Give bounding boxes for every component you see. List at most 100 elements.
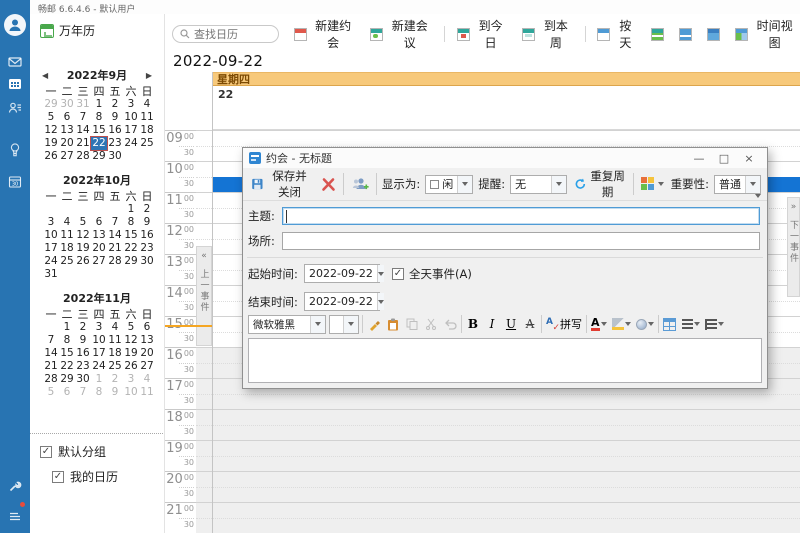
insert-table-button[interactable] bbox=[662, 316, 678, 333]
day-cell[interactable]: 26 bbox=[43, 150, 59, 163]
alignment-button[interactable] bbox=[681, 316, 701, 333]
day-cell[interactable]: 5 bbox=[75, 216, 91, 229]
day-cell[interactable]: 1 bbox=[91, 373, 107, 386]
day-cell[interactable]: 20 bbox=[139, 347, 155, 360]
copy-button[interactable] bbox=[404, 316, 420, 333]
goto-week-button[interactable]: 到本周 bbox=[519, 15, 575, 53]
paste-button[interactable] bbox=[385, 316, 401, 333]
cut-button[interactable] bbox=[423, 316, 439, 333]
day-cell[interactable]: 11 bbox=[139, 386, 155, 399]
day-cell[interactable]: 3 bbox=[91, 321, 107, 334]
day-cell[interactable]: 9 bbox=[75, 334, 91, 347]
day-cell[interactable]: 30 bbox=[59, 98, 75, 111]
start-date-select[interactable]: 2022-09-22 bbox=[304, 264, 380, 283]
day-cell[interactable]: 25 bbox=[139, 137, 155, 150]
day-cell[interactable]: 7 bbox=[107, 216, 123, 229]
bold-button[interactable]: B bbox=[465, 316, 481, 333]
day-cell[interactable]: 9 bbox=[139, 216, 155, 229]
day-cell[interactable]: 14 bbox=[107, 229, 123, 242]
strikethrough-button[interactable]: A bbox=[522, 316, 538, 333]
day-cell[interactable]: 18 bbox=[59, 242, 75, 255]
bullet-list-button[interactable] bbox=[704, 316, 725, 333]
rail-item-menu[interactable] bbox=[0, 504, 30, 528]
day-cell[interactable]: 15 bbox=[59, 347, 75, 360]
allday-area[interactable]: 22 bbox=[212, 87, 800, 130]
day-cell[interactable]: 5 bbox=[123, 321, 139, 334]
day-cell[interactable]: 22 bbox=[123, 242, 139, 255]
day-cell[interactable]: 10 bbox=[91, 334, 107, 347]
day-cell[interactable]: 20 bbox=[91, 242, 107, 255]
day-cell[interactable]: 15 bbox=[123, 229, 139, 242]
day-cell[interactable]: 5 bbox=[43, 111, 59, 124]
day-cell[interactable]: 16 bbox=[139, 229, 155, 242]
dialog-maximize-button[interactable]: □ bbox=[714, 152, 734, 165]
time-slot[interactable] bbox=[196, 471, 800, 487]
day-cell[interactable]: 10 bbox=[123, 111, 139, 124]
day-cell[interactable]: 5 bbox=[43, 386, 59, 399]
day-cell[interactable]: 16 bbox=[75, 347, 91, 360]
day-cell[interactable]: 6 bbox=[139, 321, 155, 334]
dialog-titlebar[interactable]: 约会 - 无标题 — □ × bbox=[243, 148, 767, 168]
show-as-select[interactable]: 闲 bbox=[425, 175, 473, 194]
day-cell[interactable]: 28 bbox=[107, 255, 123, 268]
day-cell[interactable]: 30 bbox=[75, 373, 91, 386]
day-cell[interactable]: 18 bbox=[139, 124, 155, 137]
undo-button[interactable] bbox=[442, 316, 458, 333]
next-event-strip[interactable]: » 下一事件 bbox=[787, 197, 800, 297]
day-cell[interactable]: 26 bbox=[123, 360, 139, 373]
day-cell[interactable]: 29 bbox=[59, 373, 75, 386]
day-cell[interactable]: 2 bbox=[107, 373, 123, 386]
search-input[interactable] bbox=[194, 28, 269, 41]
view-week-button[interactable] bbox=[676, 26, 695, 43]
day-cell[interactable]: 28 bbox=[43, 373, 59, 386]
view-timeline-button[interactable]: 时间视图 bbox=[732, 15, 800, 53]
new-meeting-button[interactable]: 新建会议 bbox=[367, 15, 435, 53]
day-cell[interactable]: 6 bbox=[91, 216, 107, 229]
highlight-color-button[interactable] bbox=[611, 316, 632, 333]
day-cell[interactable]: 10 bbox=[43, 229, 59, 242]
rail-item-mail[interactable] bbox=[0, 50, 30, 74]
day-cell[interactable]: 3 bbox=[123, 98, 139, 111]
day-cell[interactable]: 12 bbox=[75, 229, 91, 242]
day-cell[interactable]: 2 bbox=[75, 321, 91, 334]
day-cell[interactable]: 25 bbox=[59, 255, 75, 268]
day-cell[interactable]: 14 bbox=[75, 124, 91, 137]
insert-object-button[interactable] bbox=[635, 316, 655, 333]
day-cell[interactable]: 8 bbox=[123, 216, 139, 229]
save-and-close-button[interactable]: 保存并关闭 bbox=[249, 167, 314, 201]
time-slot[interactable] bbox=[196, 130, 800, 146]
day-cell[interactable]: 8 bbox=[59, 334, 75, 347]
italic-button[interactable]: I bbox=[484, 316, 500, 333]
dialog-close-button[interactable]: × bbox=[739, 152, 759, 165]
day-cell[interactable]: 7 bbox=[75, 111, 91, 124]
delete-button[interactable] bbox=[319, 176, 338, 193]
subject-input[interactable] bbox=[282, 207, 760, 225]
day-cell[interactable]: 4 bbox=[139, 98, 155, 111]
day-cell[interactable]: 31 bbox=[43, 268, 59, 281]
day-cell[interactable]: 26 bbox=[75, 255, 91, 268]
time-slot[interactable] bbox=[196, 502, 800, 518]
rail-item-calendar[interactable] bbox=[0, 72, 30, 96]
day-cell[interactable]: 22 bbox=[59, 360, 75, 373]
end-date-select[interactable]: 2022-09-22 bbox=[304, 292, 380, 311]
dialog-minimize-button[interactable]: — bbox=[689, 152, 709, 165]
day-cell[interactable]: 29 bbox=[91, 150, 107, 163]
day-cell[interactable]: 30 bbox=[139, 255, 155, 268]
day-cell[interactable]: 10 bbox=[123, 386, 139, 399]
allday-checkbox[interactable] bbox=[392, 268, 404, 280]
time-slot[interactable] bbox=[196, 440, 800, 456]
day-cell[interactable]: 21 bbox=[75, 137, 91, 150]
day-header-band[interactable]: 星期四 bbox=[212, 72, 800, 86]
rail-item-settings[interactable] bbox=[0, 474, 30, 498]
day-cell[interactable]: 27 bbox=[139, 360, 155, 373]
day-cell[interactable]: 3 bbox=[123, 373, 139, 386]
view-workweek-button[interactable] bbox=[648, 26, 667, 43]
reminder-select[interactable]: 无 bbox=[510, 175, 567, 194]
day-cell[interactable]: 13 bbox=[139, 334, 155, 347]
invite-attendees-button[interactable] bbox=[349, 175, 371, 193]
importance-select[interactable]: 普通 bbox=[714, 175, 761, 194]
day-cell[interactable]: 21 bbox=[43, 360, 59, 373]
day-cell[interactable]: 4 bbox=[139, 373, 155, 386]
view-day-button[interactable]: 按天 bbox=[594, 15, 639, 53]
time-slot[interactable] bbox=[196, 456, 800, 472]
